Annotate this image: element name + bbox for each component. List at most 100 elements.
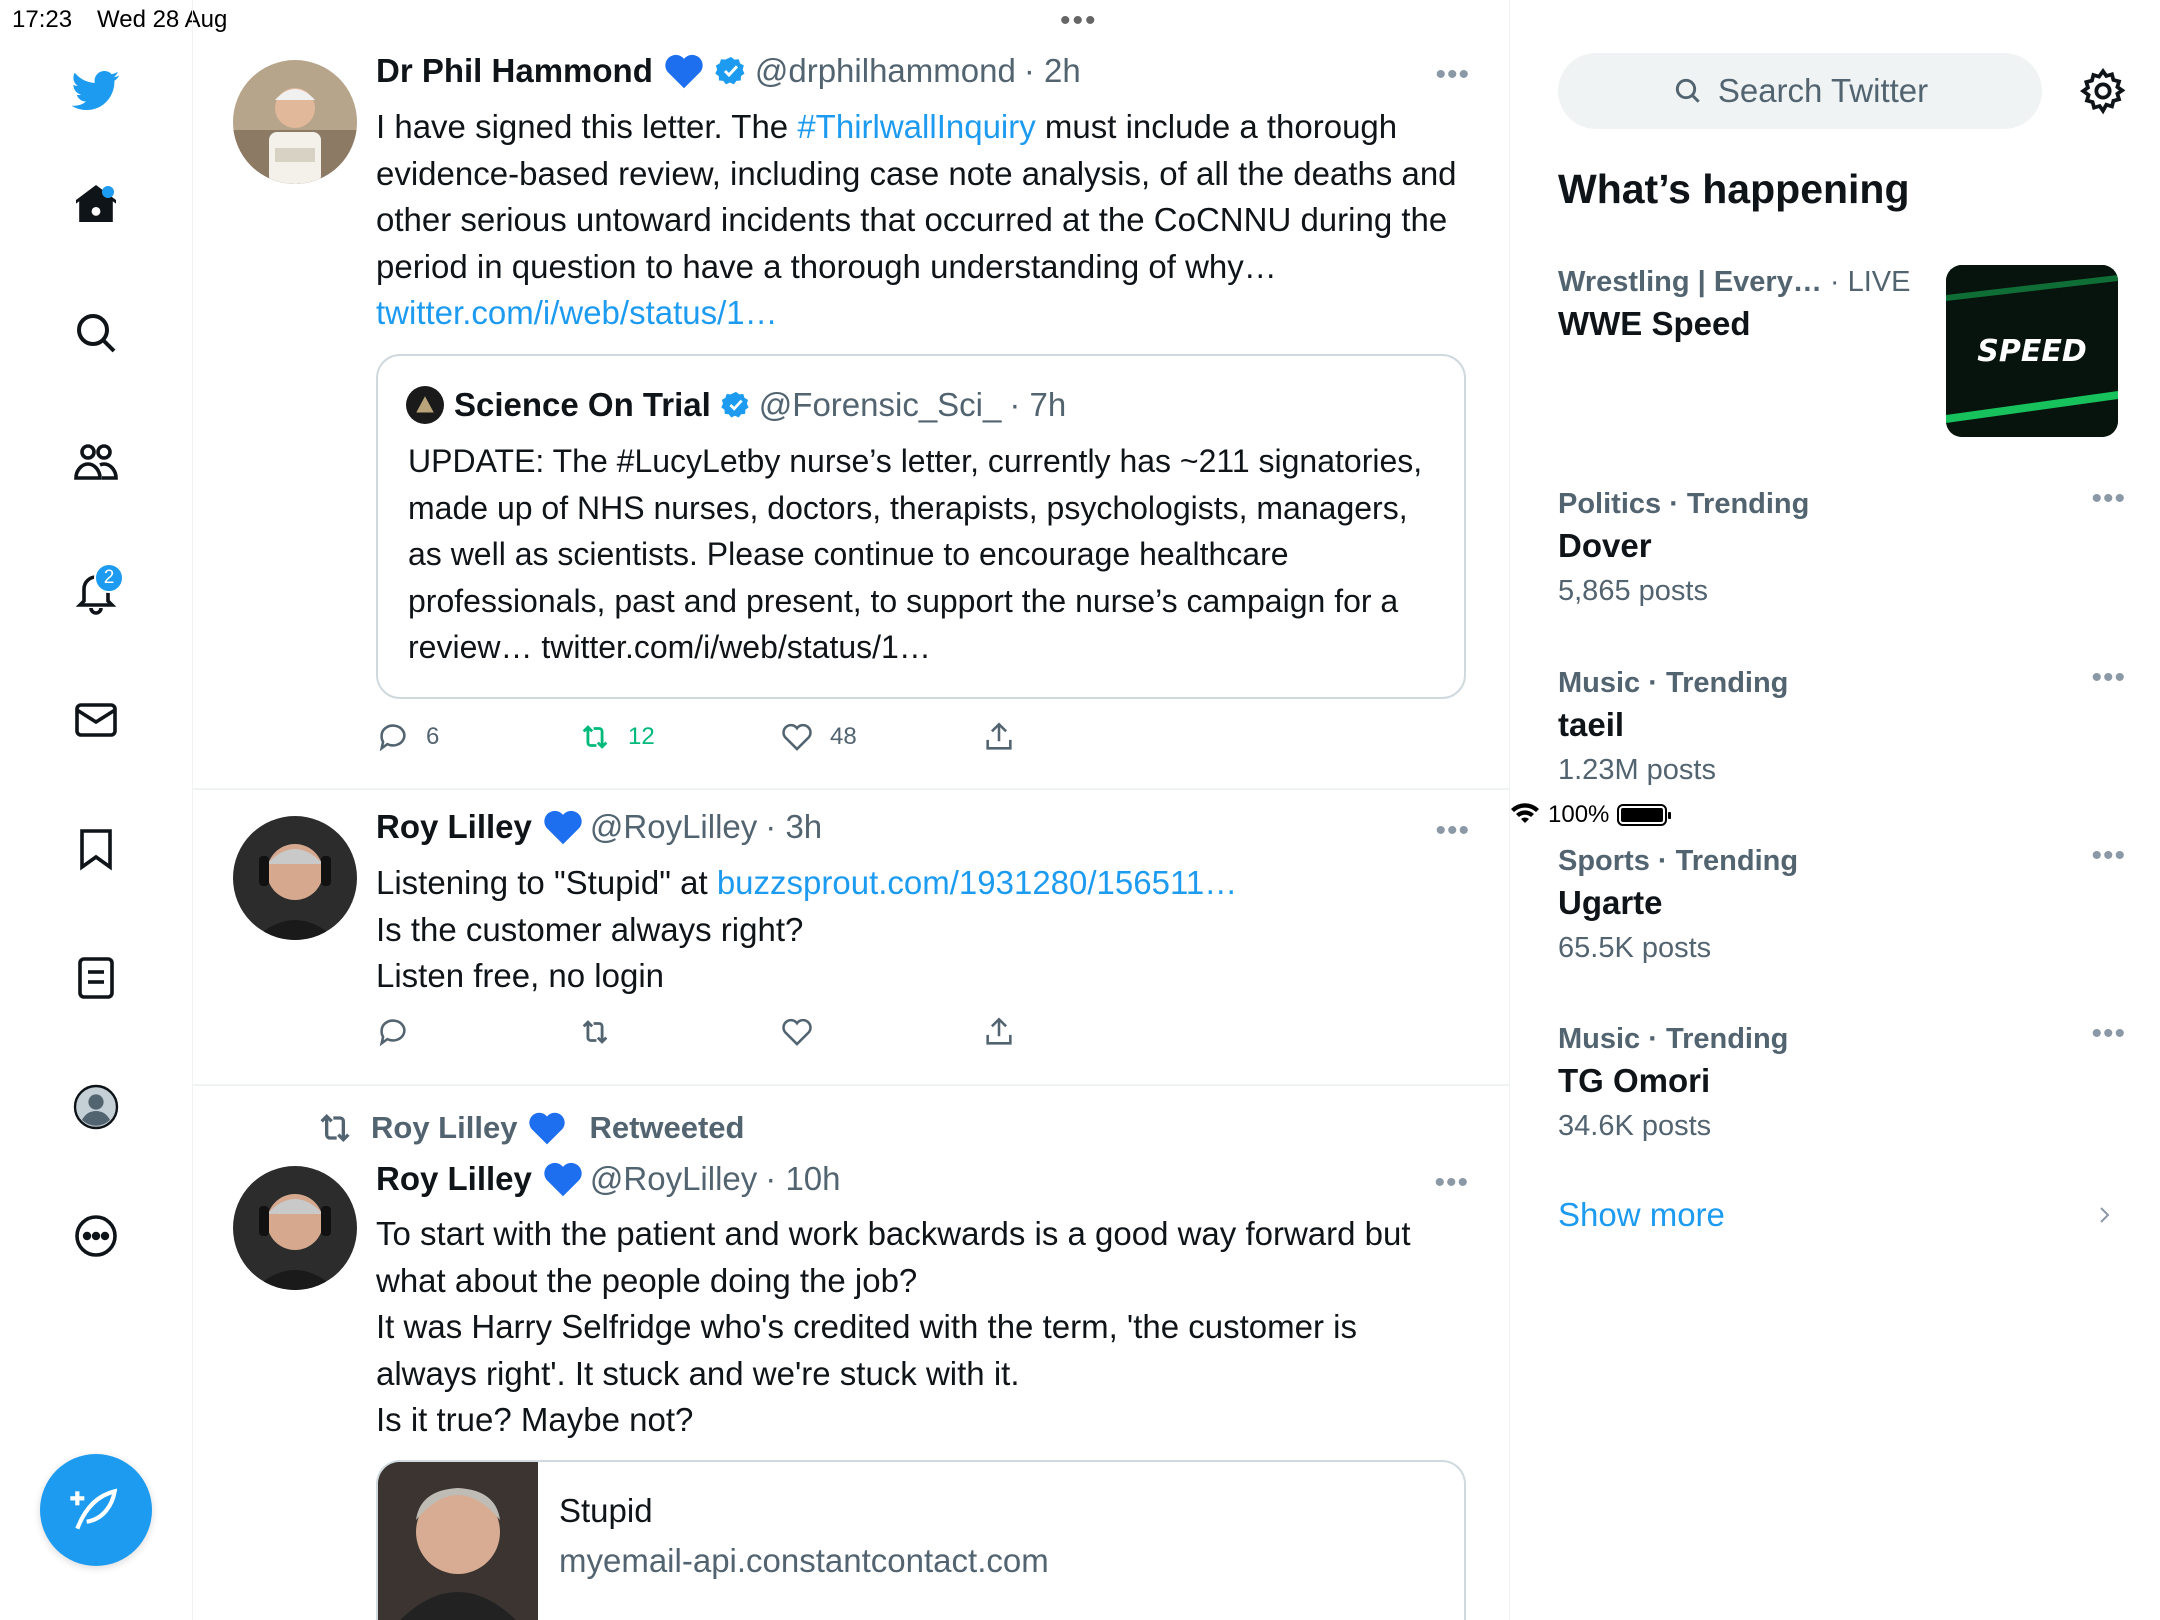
retweet-icon [582, 1020, 608, 1044]
tweet-link[interactable]: twitter.com/i/web/status/1… [376, 294, 778, 331]
retweet-button[interactable]: 12 [578, 720, 780, 754]
tweet-time[interactable]: · 3h [765, 808, 822, 846]
whats-happening-title: What’s happening [1558, 166, 1910, 212]
tweet-more-icon[interactable]: ••• [1435, 58, 1470, 92]
quoted-avatar [406, 386, 444, 424]
tweet-card[interactable]: Dr Phil Hammond @drphilhammond · 2h ••• … [193, 0, 1510, 790]
settings-gear-icon[interactable] [2078, 66, 2128, 116]
notifications-bell-icon[interactable]: 2 [66, 561, 126, 621]
live-category: Wrestling | Every… [1558, 266, 1822, 298]
trend-count: 5,865 posts [1558, 575, 1708, 607]
show-more-link[interactable]: Show more [1558, 1196, 1725, 1234]
like-heart-icon [782, 1018, 812, 1046]
search-input[interactable]: Search Twitter [1558, 53, 2042, 129]
author-handle[interactable]: @RoyLilley [590, 1160, 757, 1198]
search-icon [1675, 78, 1700, 103]
tweet-text: Listening to "Stupid" at buzzsprout.com/… [376, 860, 1466, 1000]
blue-heart-emoji-icon [542, 1160, 584, 1198]
chevron-right-icon[interactable] [2092, 1203, 2116, 1227]
avatar[interactable] [233, 816, 357, 940]
author-handle[interactable]: @drphilhammond [755, 52, 1016, 90]
quoted-tweet-header: Science On Trial @Forensic_Sci_ · 7h [406, 386, 1066, 424]
share-button[interactable] [982, 1015, 1184, 1049]
trend-name: taeil [1558, 706, 1625, 743]
avatar[interactable] [233, 1166, 357, 1290]
more-options-icon[interactable] [66, 1206, 126, 1266]
trend-category: Sports · Trending [1558, 845, 1799, 877]
live-event-thumbnail[interactable]: SPEED [1946, 265, 2118, 437]
tweet-time[interactable]: · 10h [765, 1160, 840, 1198]
trend-category: Music · Trending [1558, 1023, 1789, 1055]
live-event-item[interactable]: Wrestling | Every… · LIVE WWE Speed [1558, 266, 1978, 343]
hashtag-link[interactable]: #ThirlwallInquiry [797, 108, 1035, 145]
tweet-text: I have signed this letter. The #Thirlwal… [376, 104, 1466, 337]
retweet-icon [320, 1113, 350, 1143]
retweet-count: 12 [628, 723, 655, 750]
trend-item[interactable]: Music · Trending taeil 1.23M posts ••• [1558, 661, 2128, 787]
like-button[interactable]: 48 [780, 720, 982, 754]
trend-count: 65.5K posts [1558, 932, 1712, 964]
tweet-header: Roy Lilley @RoyLilley · 3h [376, 808, 822, 846]
trend-item[interactable]: Politics · Trending Dover 5,865 posts ••… [1558, 482, 2128, 608]
tweet-card[interactable]: Roy Lilley @RoyLilley · 3h ••• Listening… [193, 790, 1510, 1086]
link-card-title: Stupid [559, 1492, 653, 1529]
retweeted-label: Retweeted [589, 1110, 745, 1145]
trend-name: WWE Speed [1558, 305, 1751, 342]
author-name[interactable]: Dr Phil Hammond [376, 52, 653, 90]
profile-avatar-icon[interactable] [66, 1077, 126, 1137]
verified-badge-icon [721, 390, 751, 420]
quoted-tweet-time: · 7h [1009, 386, 1067, 423]
reply-icon [379, 1019, 406, 1047]
trend-count: 34.6K posts [1558, 1110, 1712, 1142]
blue-heart-emoji-icon [527, 1110, 583, 1146]
trend-item[interactable]: Music · Trending TG Omori 34.6K posts ••… [1558, 1017, 2128, 1143]
explore-search-icon[interactable] [66, 303, 126, 363]
bookmarks-icon[interactable] [66, 819, 126, 879]
share-icon [986, 1017, 1012, 1045]
avatar[interactable] [233, 60, 357, 184]
tweet-more-icon[interactable]: ••• [1434, 1166, 1469, 1200]
tweet-more-icon[interactable]: ••• [1435, 814, 1470, 848]
reply-button[interactable]: 6 [376, 720, 578, 754]
author-handle[interactable]: @RoyLilley [590, 808, 757, 846]
reply-button[interactable] [376, 1015, 578, 1049]
retweet-button[interactable] [578, 1015, 780, 1049]
like-count: 48 [830, 723, 857, 750]
home-unread-dot [102, 186, 114, 198]
author-name[interactable]: Roy Lilley [376, 808, 532, 846]
trend-item[interactable]: Sports · Trending Ugarte 65.5K posts ••• [1558, 839, 2128, 965]
tweet-text-part: Is the customer always right? [376, 910, 804, 948]
like-button[interactable] [780, 1015, 982, 1049]
trend-more-icon[interactable]: ••• [2091, 482, 2126, 516]
retweeted-indicator: Roy Lilley Retweeted [315, 1108, 744, 1148]
twitter-logo-icon[interactable] [66, 60, 126, 120]
compose-tweet-button[interactable] [40, 1454, 152, 1566]
tweet-actions: 6 12 48 [376, 720, 1184, 754]
tweet-text: To start with the patient and work backw… [376, 1215, 1411, 1438]
blue-heart-emoji-icon [542, 808, 584, 846]
author-name[interactable]: Roy Lilley [376, 1160, 532, 1198]
thumbnail-text: SPEED [1977, 334, 2086, 369]
lists-icon[interactable] [66, 948, 126, 1008]
link-card[interactable]: Stupid myemail-api.constantcontact.com [376, 1460, 1466, 1620]
messages-envelope-icon[interactable] [66, 690, 126, 750]
trend-category: Music · Trending [1558, 667, 1789, 699]
home-icon[interactable] [66, 174, 126, 234]
trend-more-icon[interactable]: ••• [2091, 661, 2126, 695]
communities-icon[interactable] [66, 432, 126, 492]
trend-category: Wrestling | Every… · LIVE [1558, 266, 1978, 299]
share-icon [986, 722, 1012, 750]
retweeter-name[interactable]: Roy Lilley [371, 1110, 517, 1146]
search-placeholder: Search Twitter [1717, 72, 1929, 109]
share-button[interactable] [982, 720, 1184, 754]
tweet-time[interactable]: · 2h [1024, 52, 1081, 90]
tweet-link[interactable]: buzzsprout.com/1931280/156511… [717, 864, 1237, 901]
quoted-author-name: Science On Trial [454, 386, 711, 423]
quoted-tweet[interactable]: Science On Trial @Forensic_Sci_ · 7h UPD… [376, 354, 1466, 699]
trend-more-icon[interactable]: ••• [2091, 1017, 2126, 1051]
tweet-text-part: Listen free, no login [376, 957, 665, 994]
link-card-image [378, 1462, 538, 1620]
tweet-text-part: Listening to "Stupid" at [376, 864, 717, 901]
tweet-header: Dr Phil Hammond @drphilhammond · 2h [376, 52, 1081, 90]
trend-more-icon[interactable]: ••• [2091, 839, 2126, 873]
